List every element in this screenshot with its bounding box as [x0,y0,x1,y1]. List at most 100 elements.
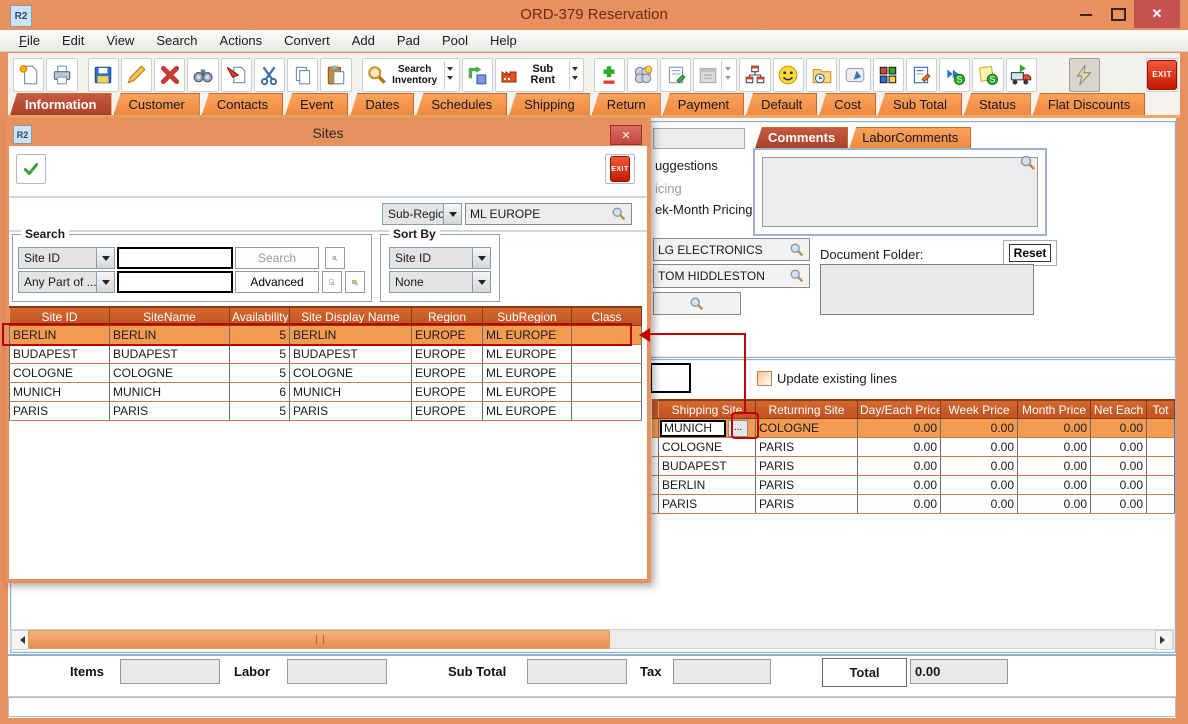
cell-month-price[interactable]: 0.00 [1018,495,1091,514]
table-row-cologne[interactable]: COLOGNECOLOGNE5COLOGNEEUROPEML EUROPE [10,364,642,383]
cell-availability[interactable]: 5 [230,345,290,364]
cell-day-each-price[interactable]: 0.00 [858,476,941,495]
cell-returning-site[interactable]: PARIS [756,476,858,495]
column-header-week-price[interactable]: Week Price [941,400,1018,419]
search-input[interactable] [117,247,233,269]
scroll-right-arrow-icon[interactable] [1155,630,1173,650]
cell-class[interactable] [572,345,642,364]
menu-item-add[interactable]: Add [341,30,386,52]
cell-net-each[interactable]: 0.00 [1091,495,1147,514]
search-submit-button[interactable]: Search [235,247,319,269]
cell-site-id[interactable]: PARIS [10,402,110,421]
cell-tot[interactable] [1147,457,1175,476]
notes-button[interactable] [660,58,691,92]
cell-subregion[interactable]: ML EUROPE [483,345,572,364]
cell-day-each-price[interactable]: 0.00 [858,457,941,476]
cell-day-each-price[interactable]: 0.00 [858,438,941,457]
update-existing-lines-checkbox[interactable] [757,371,772,386]
cell-site-display-name[interactable]: COLOGNE [290,364,412,383]
cell-month-price[interactable]: 0.00 [1018,476,1091,495]
maximize-button[interactable] [1111,8,1126,21]
cell-tot[interactable] [1147,495,1175,514]
cell-sitename[interactable]: BUDAPEST [110,345,230,364]
cell-day-each-price[interactable]: 0.00 [858,495,941,514]
cell-subregion[interactable]: ML EUROPE [483,383,572,402]
org-chart-button[interactable] [739,58,770,92]
cell-net-each[interactable]: 0.00 [1091,457,1147,476]
pool-button[interactable] [627,58,658,92]
cell-subregion[interactable]: ML EUROPE [483,364,572,383]
cell-site-id[interactable]: COLOGNE [10,364,110,383]
table-row-cologne[interactable]: COLOGNEPARIS0.000.000.000.00 [659,438,1175,457]
cell-tot[interactable] [1147,476,1175,495]
cell-site-display-name[interactable]: MUNICH [290,383,412,402]
order-field[interactable] [653,128,745,149]
search-inventory-dropdown-icon[interactable] [444,61,456,89]
menu-item-convert[interactable]: Convert [273,30,341,52]
table-row-budapest[interactable]: BUDAPESTBUDAPEST5BUDAPESTEUROPEML EUROPE [10,345,642,364]
smiley-button[interactable] [773,58,804,92]
lookup-field-empty[interactable] [653,292,741,315]
tab-return[interactable]: Return [592,93,661,115]
sub-rent-dropdown-icon[interactable] [569,61,580,89]
tab-cost[interactable]: Cost [819,93,876,115]
cell-region[interactable]: EUROPE [412,345,483,364]
cell-shipping-site[interactable]: COLOGNE [659,438,756,457]
menu-item-file[interactable]: File [8,30,51,52]
tab-customer[interactable]: Customer [114,93,200,115]
cell-site-id[interactable]: MUNICH [10,383,110,402]
column-header-net-each[interactable]: Net Each [1091,400,1147,419]
cell-subregion[interactable]: ML EUROPE [483,402,572,421]
cell-site-display-name[interactable]: BUDAPEST [290,345,412,364]
edit-note-button[interactable] [906,58,937,92]
customer-search-icon[interactable] [789,242,805,258]
edit-button[interactable] [121,58,152,92]
tab-payment[interactable]: Payment [663,93,744,115]
invoice-money-button[interactable]: S [972,58,1003,92]
menu-item-actions[interactable]: Actions [209,30,274,52]
cell-availability[interactable]: 5 [230,364,290,383]
advanced-search-input[interactable] [117,271,233,293]
find-button[interactable] [187,58,218,92]
shortcut-key-button[interactable] [839,58,870,92]
cell-tot[interactable] [1147,438,1175,457]
cell-net-each[interactable]: 0.00 [1091,419,1147,438]
cell-week-price[interactable]: 0.00 [941,419,1018,438]
cell-region[interactable]: EUROPE [412,402,483,421]
folder-clock-button[interactable] [806,58,837,92]
tab-information[interactable]: Information [10,93,112,115]
cell-shipping-site[interactable]: PARIS [659,495,756,514]
menu-item-edit[interactable]: Edit [51,30,95,52]
sites-dialog-exit-button[interactable]: EXIT [605,154,635,184]
tab-event[interactable]: Event [285,93,348,115]
cell-week-price[interactable]: 0.00 [941,457,1018,476]
print-button[interactable] [46,58,77,92]
customer-field[interactable]: LG ELECTRONICS [653,238,810,261]
table-row-munich[interactable]: MUNICHMUNICH6MUNICHEUROPEML EUROPE [10,383,642,402]
menu-item-search[interactable]: Search [145,30,208,52]
comments-search-icon[interactable] [1019,154,1037,172]
cell-returning-site[interactable]: PARIS [756,457,858,476]
menu-item-view[interactable]: View [95,30,145,52]
scrollbar-thumb[interactable] [28,630,610,649]
search-magnifier-button[interactable] [325,247,345,269]
menu-item-pad[interactable]: Pad [386,30,431,52]
sites-dialog-title-bar[interactable]: R2 Sites ✕ [9,122,647,146]
table-row-paris[interactable]: PARISPARIS0.000.000.000.00 [659,495,1175,514]
sort-primary-dropdown[interactable]: Site ID [389,247,491,269]
sub-rent-button[interactable]: Sub Rent [495,58,584,92]
cell-shipping-site[interactable]: BERLIN [659,476,756,495]
cell-week-price[interactable]: 0.00 [941,495,1018,514]
delivery-truck-button[interactable] [1006,58,1037,92]
scroll-left-arrow-icon[interactable] [11,630,29,650]
match-mode-dropdown[interactable]: Any Part of ... [18,271,115,293]
chevron-down-icon[interactable] [443,204,461,224]
tab-sub-total[interactable]: Sub Total [878,93,962,115]
column-header-month-price[interactable]: Month Price [1018,400,1091,419]
copy-button[interactable] [287,58,318,92]
shipping-site-edit-input[interactable]: MUNICH [660,420,726,437]
tab-status[interactable]: Status [964,93,1031,115]
cell-availability[interactable]: 5 [230,402,290,421]
chevron-down-icon[interactable] [96,248,114,268]
subregion-value-field[interactable]: ML EUROPE [465,203,632,225]
